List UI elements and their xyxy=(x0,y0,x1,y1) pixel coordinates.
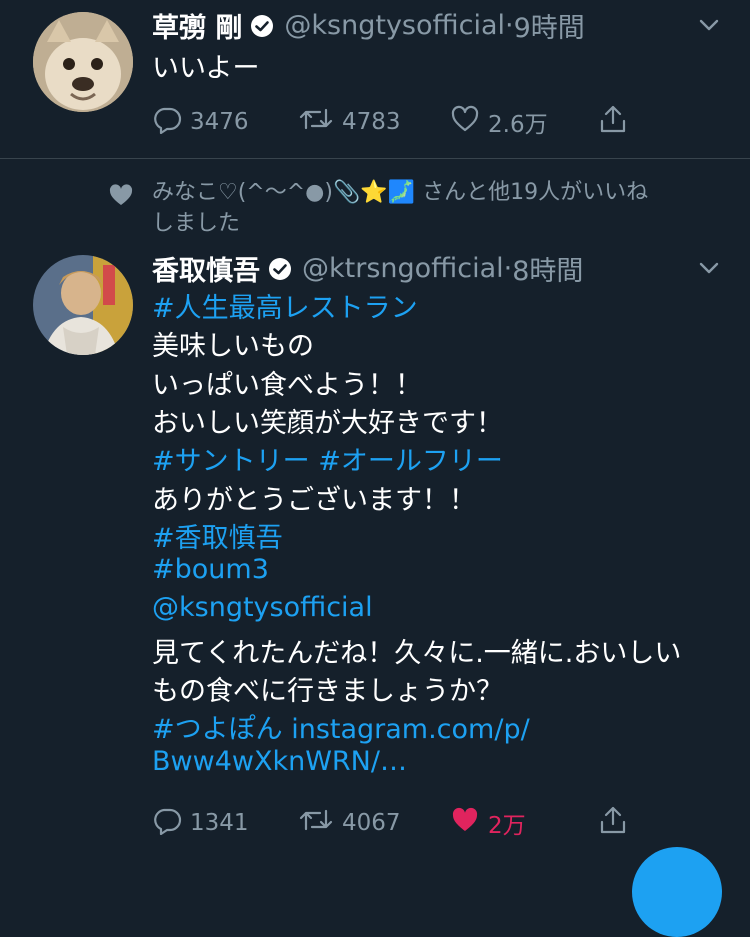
like-count: 2万 xyxy=(488,813,526,839)
tweet-text-line: いっぱい食べよう！！ xyxy=(152,369,422,401)
reply-icon xyxy=(152,805,190,841)
dot-separator: · xyxy=(503,253,513,284)
retweet-icon xyxy=(298,805,342,841)
share-icon xyxy=(598,104,636,140)
social-context[interactable]: みなこ♡(^〜^●)📎⭐🗾 さんと他19人がいいね しました xyxy=(152,177,712,239)
author-name[interactable]: 香取慎吾 xyxy=(152,249,260,288)
tweet-link[interactable]: #香取慎吾 xyxy=(152,516,283,555)
tweet-text-line: 美味しいもの xyxy=(152,331,314,363)
chevron-down-icon[interactable] xyxy=(696,255,722,281)
social-heart-icon xyxy=(108,183,134,211)
chevron-down-icon[interactable] xyxy=(696,12,722,38)
like-button[interactable]: 2万 xyxy=(450,805,526,841)
avatar-katori[interactable] xyxy=(33,255,133,355)
tweet-text-line: もの食べに行きましょうか？ xyxy=(152,676,503,707)
verified-badge-icon xyxy=(268,257,292,281)
reply-count: 1341 xyxy=(190,810,249,836)
retweet-count: 4067 xyxy=(342,810,401,836)
tweet-text-line: おいしい笑顔が大好きです！ xyxy=(152,407,503,439)
tweet-text-line: 見てくれたんだね！久々に.一緒に.おいしい xyxy=(152,637,682,669)
author-handle[interactable]: @ktrsngofficial xyxy=(302,253,504,284)
verified-badge-icon xyxy=(250,14,274,38)
like-button[interactable]: 2.6万 xyxy=(450,104,548,140)
tweet-time[interactable]: 9時間 xyxy=(514,6,585,45)
author-handle[interactable]: @ksngtysofficial xyxy=(284,10,505,41)
reply-button[interactable]: 1341 xyxy=(152,805,249,841)
retweet-button[interactable]: 4783 xyxy=(298,104,401,140)
retweet-icon xyxy=(298,104,342,140)
tweet-link[interactable]: @ksngtysofficial xyxy=(152,592,373,623)
tweet-link[interactable]: #つよぽん instagram.com/p/ xyxy=(152,707,530,746)
share-button[interactable] xyxy=(598,805,636,841)
tweet-time[interactable]: 8時間 xyxy=(512,249,583,288)
share-button[interactable] xyxy=(598,104,636,140)
like-count: 2.6万 xyxy=(488,112,548,138)
tweet-link[interactable]: #サントリー #オールフリー xyxy=(152,439,503,478)
reply-button[interactable]: 3476 xyxy=(152,104,249,140)
tweet-ktrsngofficial[interactable]: みなこ♡(^〜^●)📎⭐🗾 さんと他19人がいいね しました 香取慎吾 @ktr… xyxy=(0,159,750,937)
retweet-button[interactable]: 4067 xyxy=(298,805,401,841)
reply-count: 3476 xyxy=(190,109,249,135)
reply-icon xyxy=(152,104,190,140)
fab-partial[interactable] xyxy=(632,847,722,937)
avatar-french-bulldog[interactable] xyxy=(33,12,133,112)
tweet-link[interactable]: #人生最高レストラン xyxy=(152,286,418,325)
tweet-actions: 1341 4067 2万 xyxy=(152,805,652,845)
tweet-link[interactable]: #boum3 xyxy=(152,554,269,585)
tweet-link[interactable]: Bww4wXknWRN/… xyxy=(152,746,407,777)
dot-separator: · xyxy=(505,10,514,41)
tweet-text: いいよー xyxy=(152,53,260,84)
tweet-actions: 3476 4783 2.6万 xyxy=(152,104,652,144)
social-context-line1: みなこ♡(^〜^●)📎⭐🗾 さんと他19人がいいね xyxy=(152,180,649,205)
tweet-text-line: ありがとうございます！！ xyxy=(152,484,476,516)
heart-icon xyxy=(450,104,488,140)
tweet-ksngtysofficial[interactable]: 草彅 剛 @ksngtysofficial · 9時間 いいよー 3476 47… xyxy=(0,0,750,158)
author-name[interactable]: 草彅 剛 xyxy=(152,6,242,45)
share-icon xyxy=(598,805,636,841)
social-context-line2: しました xyxy=(152,211,241,236)
heart-filled-icon xyxy=(450,805,488,841)
retweet-count: 4783 xyxy=(342,109,401,135)
